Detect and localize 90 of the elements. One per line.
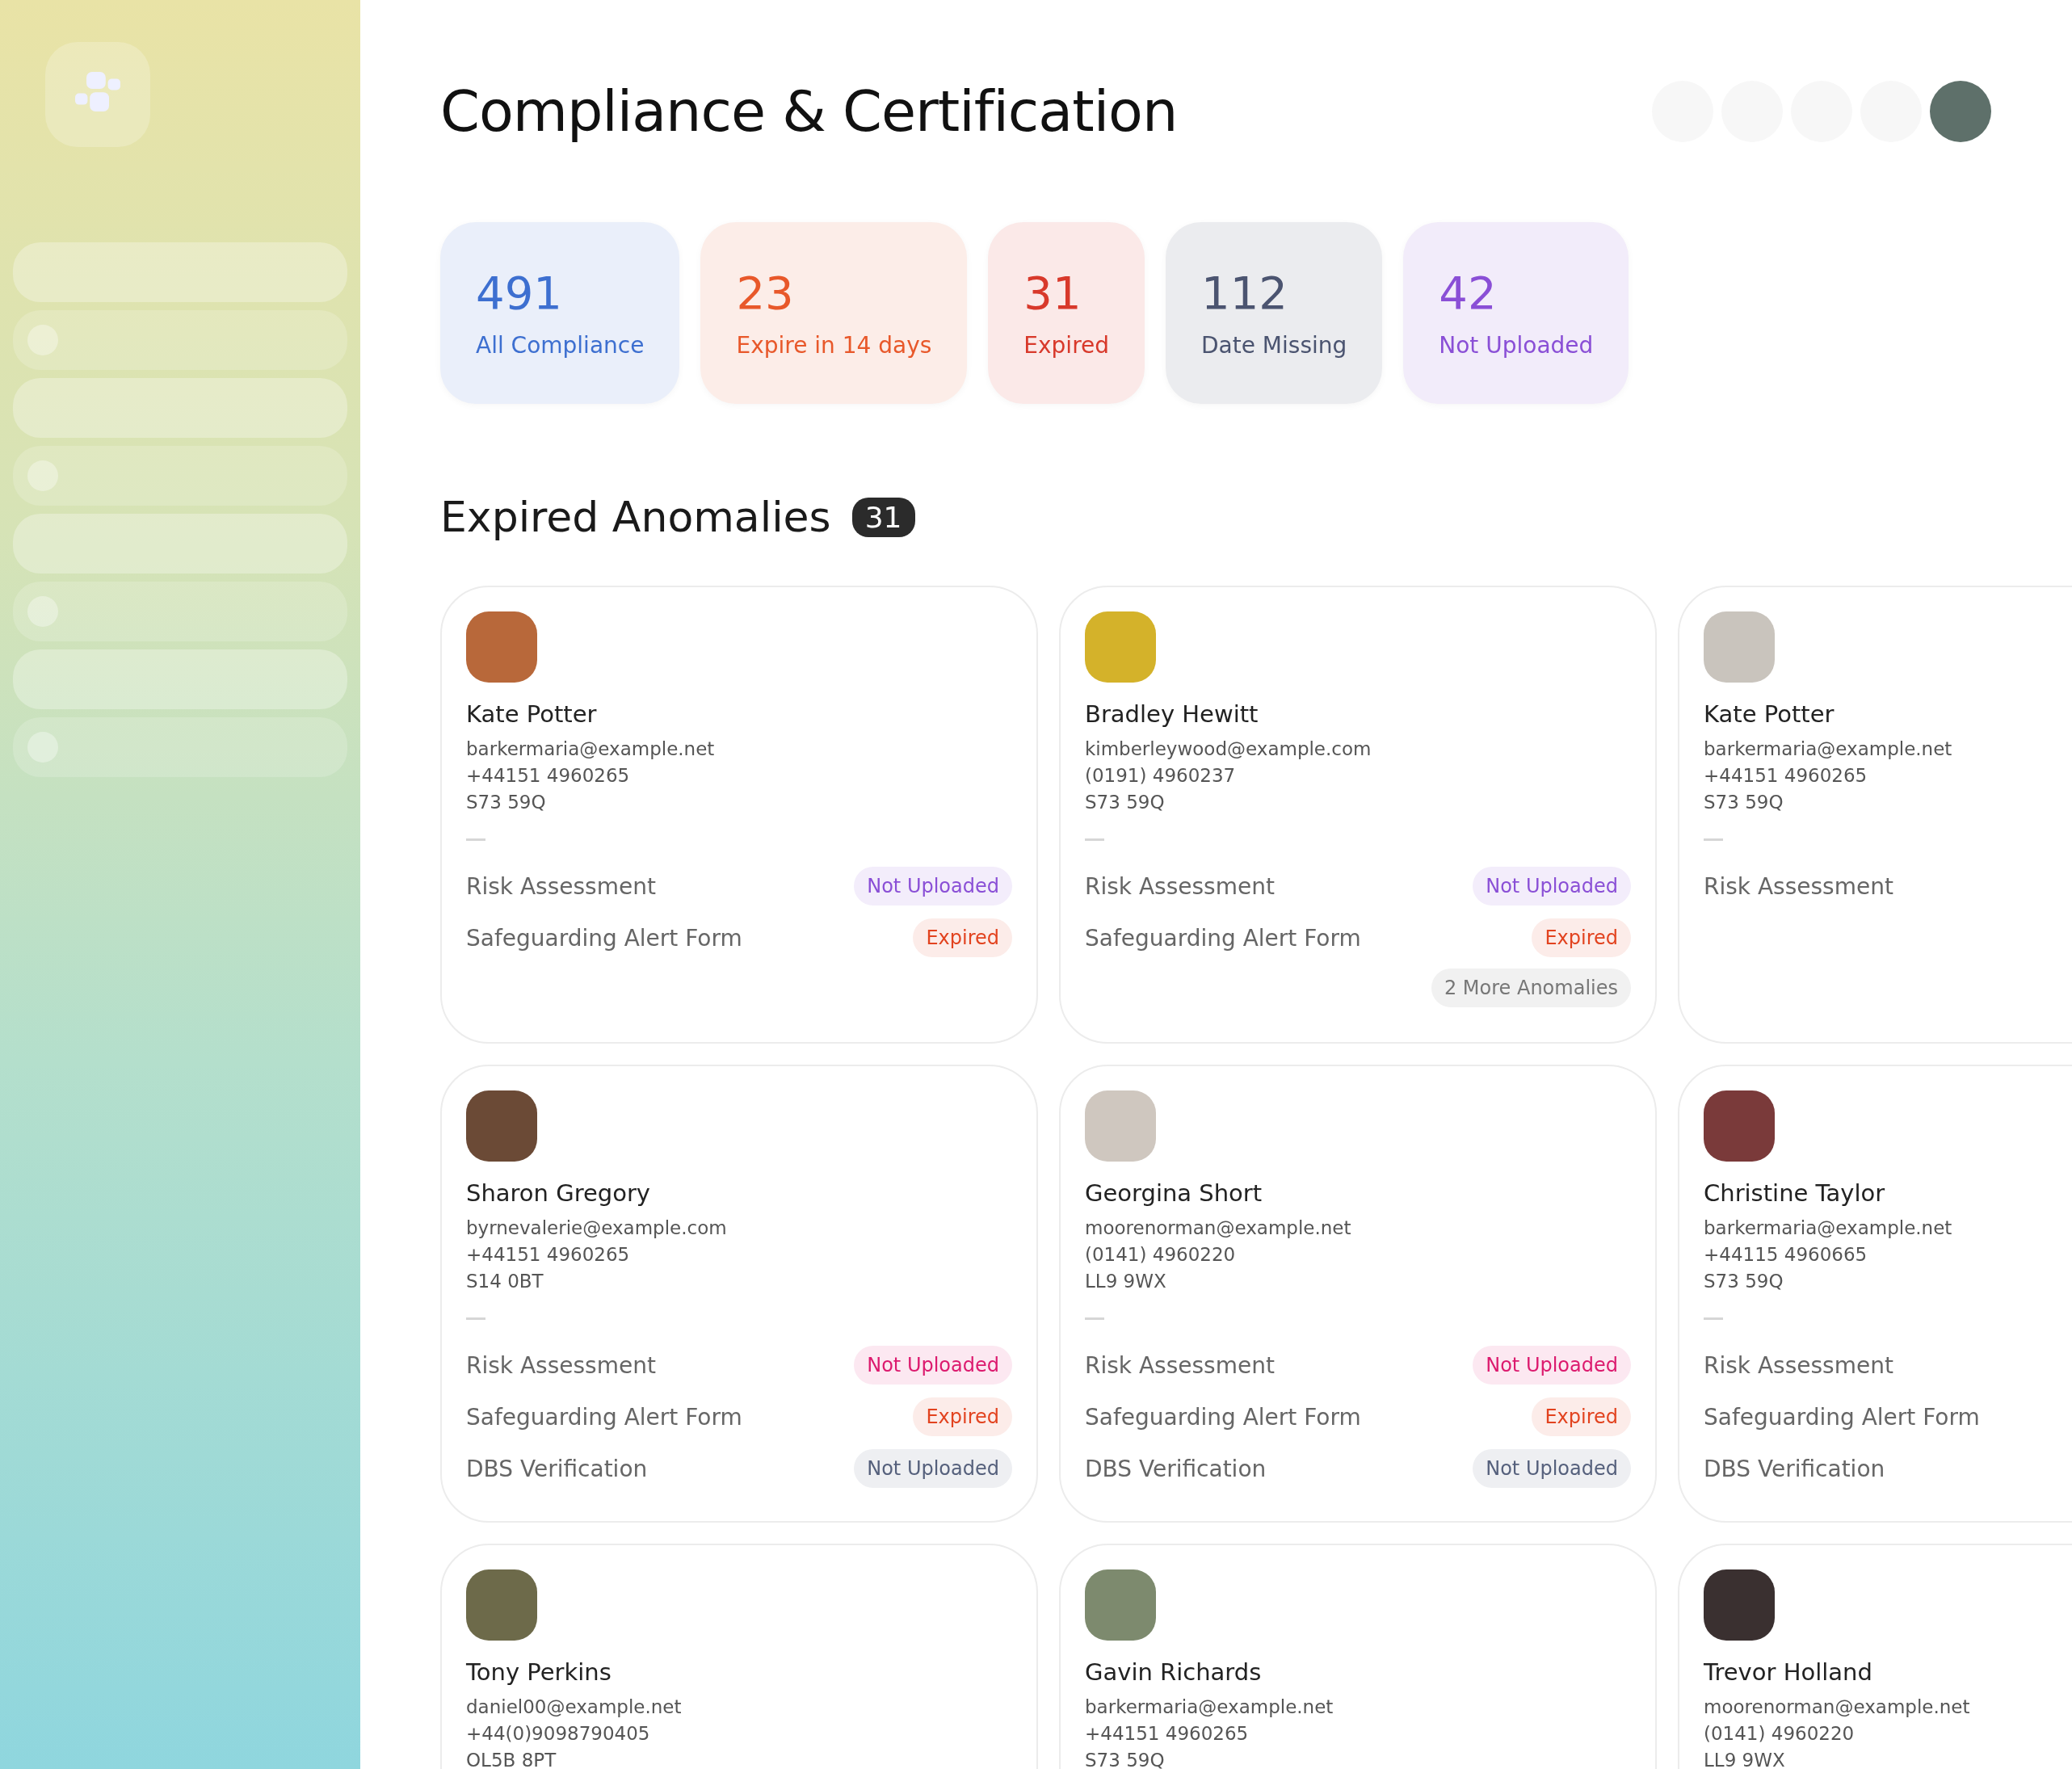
stat-label: Not Uploaded — [1439, 332, 1594, 359]
phone-text: +44151 4960265 — [466, 1243, 631, 1267]
email-text: kimberleywood@example.com — [1085, 737, 1372, 761]
dot-icon — [27, 325, 58, 355]
document-name: Safeguarding Alert Form — [1085, 924, 1361, 952]
postcode-text: S73 59Q — [1085, 1749, 1166, 1769]
document-name: DBS Verification — [466, 1455, 648, 1482]
sidebar-item[interactable] — [13, 242, 347, 302]
person-name: Bradley Hewitt — [1085, 700, 1259, 728]
person-name: Tony Perkins — [466, 1658, 612, 1686]
postcode-text: LL9 9WX — [1085, 1270, 1167, 1293]
status-badge: Expired — [1532, 918, 1631, 957]
postcode-text: LL9 9WX — [1704, 1749, 1786, 1769]
person-card[interactable]: Trevor Holland moorenorman@example.net (0141) 4960220 LL9 9WX — [1678, 1544, 2072, 1769]
status-badge: Expired — [1532, 1397, 1631, 1436]
status-badge: Expired — [913, 918, 1012, 957]
document-name: Risk Assessment — [1704, 872, 1893, 900]
section-title: Expired Anomalies — [440, 493, 831, 541]
phone-text: (0191) 4960237 — [1085, 764, 1237, 788]
email-text: barkermaria@example.net — [466, 737, 716, 761]
email-text: barkermaria@example.net — [1085, 1695, 1334, 1719]
stat-label: Expire in 14 days — [736, 332, 932, 359]
email-text: moorenorman@example.net — [1085, 1216, 1352, 1240]
stat-value: 23 — [736, 271, 795, 316]
person-card[interactable]: Kate Potter barkermaria@example.net +44151 4960265 S73 59Q Risk Assessment Not Uploaded Safeguarding Alert Form Expired — [440, 586, 1038, 1044]
person-card[interactable]: Tony Perkins daniel00@example.net +44(0)9098790405 OL5B 8PT — [440, 1544, 1038, 1769]
document-name: Safeguarding Alert Form — [1085, 1403, 1361, 1431]
document-name: DBS Verification — [1085, 1455, 1267, 1482]
phone-text: +44115 4960665 — [1704, 1243, 1868, 1267]
count-badge: 31 — [851, 497, 915, 537]
person-card[interactable]: Christine Taylor barkermaria@example.net +44115 4960665 S73 59Q Risk Assessment Safeguarding Alert Form DBS Verification — [1678, 1065, 2072, 1523]
postcode-text: S73 59Q — [1704, 791, 1784, 814]
status-badge: Not Uploaded — [854, 1449, 1012, 1488]
person-card[interactable]: Gavin Richards barkermaria@example.net +44151 4960265 S73 59Q — [1059, 1544, 1657, 1769]
status-badge: Not Uploaded — [1473, 867, 1631, 906]
phone-text: +44(0)9098790405 — [466, 1722, 651, 1746]
person-name: Sharon Gregory — [466, 1179, 652, 1207]
document-name: Risk Assessment — [466, 1351, 656, 1379]
person-name: Kate Potter — [466, 700, 598, 728]
stat-label: Expired — [1023, 332, 1110, 359]
document-name: Safeguarding Alert Form — [466, 924, 742, 952]
phone-text: (0141) 4960220 — [1085, 1243, 1237, 1267]
email-text: barkermaria@example.net — [1704, 1216, 1953, 1240]
stat-value: 112 — [1201, 271, 1288, 316]
postcode-text: S73 59Q — [1085, 791, 1166, 814]
person-card[interactable]: Bradley Hewitt kimberleywood@example.com (0191) 4960237 S73 59Q Risk Assessment Not Uploaded Safeguarding Alert Form Expired 2 More Anomalies — [1059, 586, 1657, 1044]
stat-label: All Compliance — [476, 332, 645, 359]
document-name: DBS Verification — [1704, 1455, 1885, 1482]
document-name: Risk Assessment — [466, 872, 656, 900]
postcode-text: S73 59Q — [466, 791, 547, 814]
status-badge: Not Uploaded — [854, 1346, 1012, 1385]
stat-card[interactable]: 31 Expired — [988, 222, 1145, 404]
stat-value: 491 — [476, 271, 563, 316]
stat-card[interactable]: 112 Date Missing — [1166, 222, 1383, 404]
status-badge: Not Uploaded — [854, 867, 1012, 906]
stat-card[interactable]: 42 Not Uploaded — [1403, 222, 1629, 404]
email-text: barkermaria@example.net — [1704, 737, 1953, 761]
document-name: Safeguarding Alert Form — [466, 1403, 742, 1431]
postcode-text: OL5B 8PT — [466, 1749, 557, 1769]
status-badge: Not Uploaded — [1473, 1449, 1631, 1488]
email-text: byrnevalerie@example.com — [466, 1216, 728, 1240]
document-name: Safeguarding Alert Form — [1704, 1403, 1980, 1431]
phone-text: +44151 4960265 — [1085, 1722, 1250, 1746]
page-title: Compliance & Certification — [440, 78, 1178, 145]
status-badge: Not Uploaded — [1473, 1346, 1631, 1385]
email-text: moorenorman@example.net — [1704, 1695, 1971, 1719]
person-card[interactable]: Georgina Short moorenorman@example.net (0141) 4960220 LL9 9WX Risk Assessment Not Uploaded Safeguarding Alert Form Expired DBS Verification Not Uploaded — [1059, 1065, 1657, 1523]
person-card[interactable]: Sharon Gregory byrnevalerie@example.com +44151 4960265 S14 0BT Risk Assessment Not Uploaded Safeguarding Alert Form Expired DBS Verification Not Uploaded — [440, 1065, 1038, 1523]
email-text: daniel00@example.net — [466, 1695, 683, 1719]
document-name: Risk Assessment — [1704, 1351, 1893, 1379]
person-name: Gavin Richards — [1085, 1658, 1263, 1686]
stat-label: Date Missing — [1201, 332, 1347, 359]
phone-text: +44151 4960265 — [466, 764, 631, 788]
phone-text: +44151 4960265 — [1704, 764, 1868, 788]
stat-value: 42 — [1439, 271, 1498, 316]
postcode-text: S14 0BT — [466, 1270, 544, 1293]
more-anomalies-button[interactable]: 2 More Anomalies — [1431, 969, 1631, 1007]
person-card[interactable]: Kate Potter barkermaria@example.net +44151 4960265 S73 59Q Risk Assessment — [1678, 586, 2072, 1044]
stat-card[interactable]: 491 All Compliance — [440, 222, 680, 404]
person-name: Kate Potter — [1704, 700, 1835, 728]
person-name: Georgina Short — [1085, 1179, 1263, 1207]
stat-value: 31 — [1023, 271, 1082, 316]
status-badge: Expired — [913, 1397, 1012, 1436]
logo-icon — [45, 42, 150, 147]
postcode-text: S73 59Q — [1704, 1270, 1784, 1293]
document-name: Risk Assessment — [1085, 872, 1275, 900]
person-name: Christine Taylor — [1704, 1179, 1886, 1207]
phone-text: (0141) 4960220 — [1704, 1722, 1856, 1746]
document-name: Risk Assessment — [1085, 1351, 1275, 1379]
person-name: Trevor Holland — [1704, 1658, 1873, 1686]
